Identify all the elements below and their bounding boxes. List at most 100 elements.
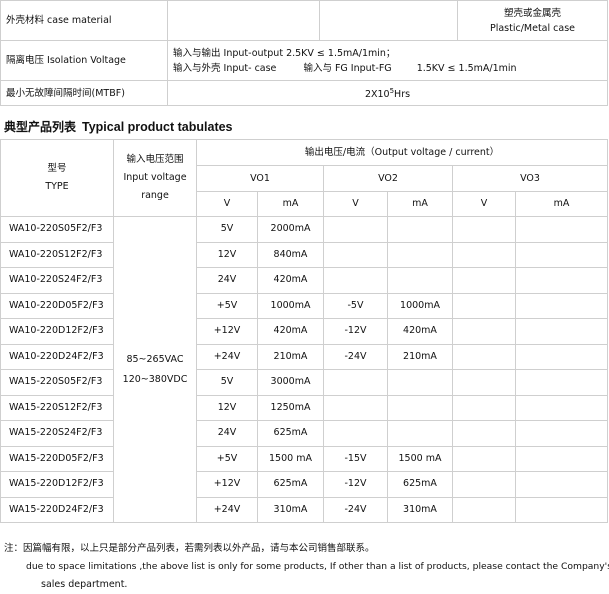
- output-header: 输出电压/电流（Output voltage / current）: [195, 139, 609, 166]
- vo2-voltage-cell: -24V: [323, 343, 388, 370]
- vo2-current-cell: 625mA: [387, 471, 453, 498]
- footnote: 注：因篇幅有限，以上只是部分产品列表，若需列表以外产品，请与本公司销售部联系。 …: [4, 543, 609, 590]
- vo1-header: VO1: [196, 165, 324, 192]
- vo2-current-cell: [387, 420, 453, 447]
- vo2-current-cell: [387, 369, 453, 396]
- vo3-voltage-cell: [452, 369, 516, 396]
- vo1-current-cell: 1250mA: [257, 394, 324, 421]
- vo1-ma-header: mA: [257, 191, 324, 217]
- model-cell: WA10-220D05F2/F3: [0, 292, 114, 319]
- vo1-current-cell: 625mA: [257, 471, 324, 498]
- vo1-voltage-cell: 24V: [196, 420, 258, 447]
- table-row: WA10-220D24F2/F3 +24V 210mA -24V 210mA: [0, 343, 609, 370]
- input-voltage-header: 输入电压范围 Input voltage range: [113, 139, 197, 217]
- vo1-voltage-cell: 24V: [196, 267, 258, 294]
- vo2-current-cell: 1500 mA: [387, 445, 453, 472]
- vo2-header: VO2: [323, 165, 453, 192]
- vo2-current-cell: [387, 241, 453, 268]
- vo2-current-cell: [387, 394, 453, 421]
- vo3-current-cell: [514, 318, 609, 345]
- vo1-voltage-cell: 12V: [196, 394, 258, 421]
- vo1-voltage-cell: +5V: [196, 445, 258, 472]
- vo2-current-cell: 310mA: [387, 496, 453, 523]
- vo1-voltage-cell: 5V: [196, 216, 258, 243]
- vo3-current-cell: [514, 471, 609, 498]
- case-material-label: 外壳材料 case material: [0, 0, 168, 41]
- vo2-voltage-cell: [323, 241, 388, 268]
- vo2-voltage-cell: -15V: [323, 445, 388, 472]
- vo3-current-cell: [514, 267, 609, 294]
- spec-row-case: 外壳材料 case material 塑壳或金属壳 Plastic/Metal …: [0, 0, 608, 41]
- vo1-voltage-cell: +24V: [196, 496, 258, 523]
- vo3-voltage-cell: [452, 471, 516, 498]
- spec-row-mtbf: 最小无故障间隔时间(MTBF) 2X105Hrs: [0, 80, 608, 106]
- isolation-label: 隔离电压 Isolation Voltage: [0, 40, 168, 81]
- vo2-current-cell: 210mA: [387, 343, 453, 370]
- mtbf-label: 最小无故障间隔时间(MTBF): [0, 80, 168, 106]
- vo2-voltage-cell: -24V: [323, 496, 388, 523]
- vo1-voltage-cell: +5V: [196, 292, 258, 319]
- table-row: WA15-220D12F2/F3 +12V 625mA -12V 625mA: [0, 471, 609, 498]
- vo3-voltage-cell: [452, 216, 516, 243]
- model-cell: WA15-220D24F2/F3: [0, 496, 114, 523]
- vo3-voltage-cell: [452, 445, 516, 472]
- isolation-value: 输入与输出 Input-output 2.5KV ≤ 1.5mA/1min； 输…: [167, 40, 608, 81]
- vo1-current-cell: 840mA: [257, 241, 324, 268]
- vo3-current-cell: [514, 369, 609, 396]
- vo2-ma-header: mA: [387, 191, 453, 217]
- case-material-value: 塑壳或金属壳 Plastic/Metal case: [457, 0, 608, 41]
- vo3-ma-header: mA: [514, 191, 609, 217]
- vo2-voltage-cell: -5V: [323, 292, 388, 319]
- input-voltage-range: 85~265VAC 120~380VDC: [113, 216, 197, 523]
- vo1-current-cell: 2000mA: [257, 216, 324, 243]
- vo2-voltage-cell: [323, 394, 388, 421]
- vo3-v-header: V: [452, 191, 516, 217]
- vo2-voltage-cell: [323, 267, 388, 294]
- vo3-voltage-cell: [452, 267, 516, 294]
- vo3-voltage-cell: [452, 420, 516, 447]
- mtbf-value: 2X105Hrs: [167, 80, 608, 106]
- vo3-current-cell: [514, 394, 609, 421]
- vo1-current-cell: 310mA: [257, 496, 324, 523]
- table-row: WA15-220S05F2/F3 5V 3000mA: [0, 369, 609, 396]
- vo3-voltage-cell: [452, 343, 516, 370]
- vo1-voltage-cell: +12V: [196, 318, 258, 345]
- vo3-voltage-cell: [452, 496, 516, 523]
- vo3-header: VO3: [451, 165, 609, 192]
- vo1-current-cell: 1000mA: [257, 292, 324, 319]
- vo1-current-cell: 420mA: [257, 267, 324, 294]
- vo1-current-cell: 1500 mA: [257, 445, 324, 472]
- vo3-current-cell: [514, 292, 609, 319]
- vo2-voltage-cell: -12V: [323, 318, 388, 345]
- vo3-voltage-cell: [452, 241, 516, 268]
- vo2-current-cell: [387, 216, 453, 243]
- vo3-current-cell: [514, 445, 609, 472]
- type-header: 型号 TYPE: [0, 139, 114, 217]
- model-cell: WA10-220D24F2/F3: [0, 343, 114, 370]
- table-row: WA15-220S12F2/F3 12V 1250mA: [0, 394, 609, 421]
- vo2-v-header: V: [323, 191, 388, 217]
- model-cell: WA10-220S05F2/F3: [0, 216, 114, 243]
- vo2-voltage-cell: -12V: [323, 471, 388, 498]
- vo3-current-cell: [514, 216, 609, 243]
- model-cell: WA10-220S24F2/F3: [0, 267, 114, 294]
- model-cell: WA10-220D12F2/F3: [0, 318, 114, 345]
- vo3-voltage-cell: [452, 318, 516, 345]
- table-row: WA15-220S24F2/F3 24V 625mA: [0, 420, 609, 447]
- model-cell: WA10-220S12F2/F3: [0, 241, 114, 268]
- vo2-current-cell: 1000mA: [387, 292, 453, 319]
- vo2-voltage-cell: [323, 420, 388, 447]
- model-cell: WA15-220S12F2/F3: [0, 394, 114, 421]
- table-row: WA10-220D05F2/F3 +5V 1000mA -5V 1000mA: [0, 292, 609, 319]
- vo1-voltage-cell: +12V: [196, 471, 258, 498]
- vo3-current-cell: [514, 420, 609, 447]
- spec-row-isolation: 隔离电压 Isolation Voltage 输入与输出 Input-outpu…: [0, 40, 608, 81]
- vo1-current-cell: 625mA: [257, 420, 324, 447]
- model-cell: WA15-220S24F2/F3: [0, 420, 114, 447]
- vo3-voltage-cell: [452, 292, 516, 319]
- table-row: WA10-220S24F2/F3 24V 420mA: [0, 267, 609, 294]
- vo2-voltage-cell: [323, 369, 388, 396]
- table-row: WA15-220D24F2/F3 +24V 310mA -24V 310mA: [0, 496, 609, 523]
- vo3-current-cell: [514, 496, 609, 523]
- model-cell: WA15-220S05F2/F3: [0, 369, 114, 396]
